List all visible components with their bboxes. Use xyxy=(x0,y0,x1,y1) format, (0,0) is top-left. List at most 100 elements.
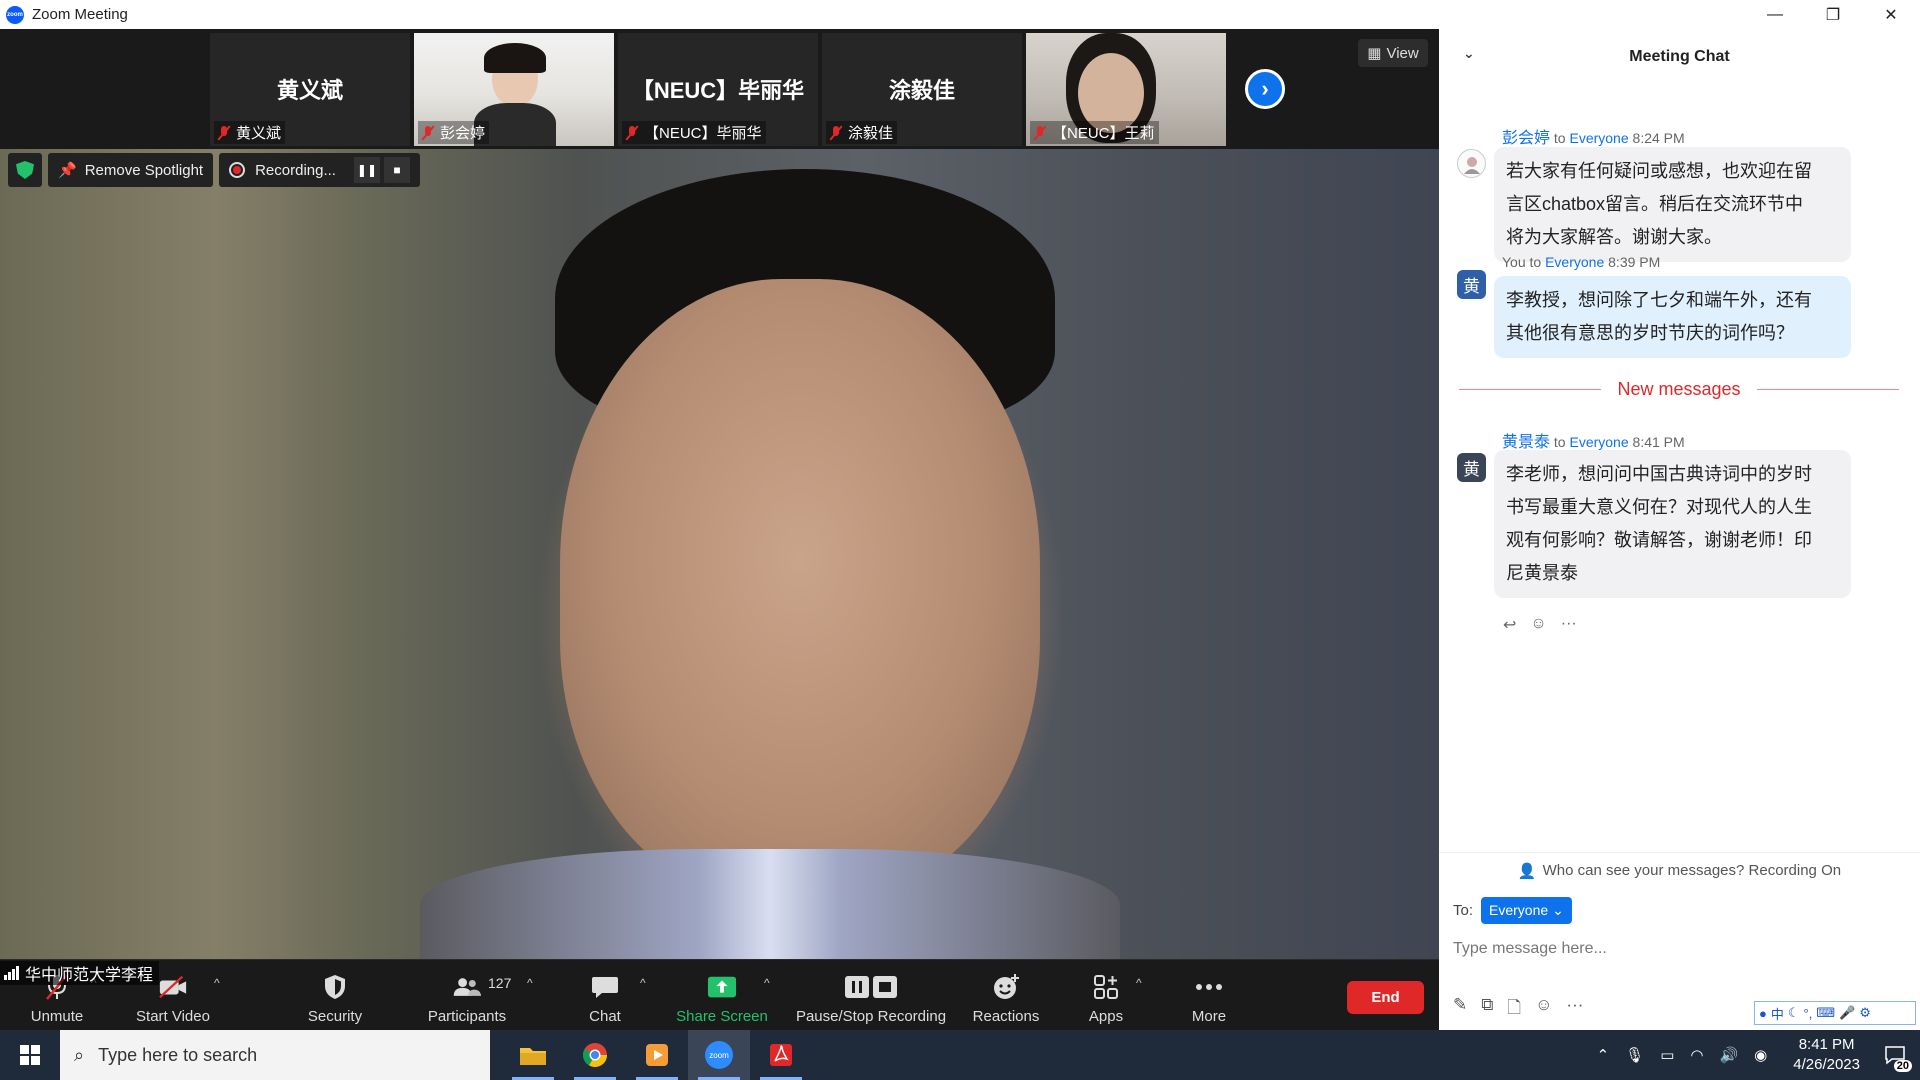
compose-tools: ✎ ⧉ 🗋 ☺ ··· xyxy=(1453,995,1583,1024)
shield-icon xyxy=(320,972,350,1002)
speaker-name: 华中师范大学李程 xyxy=(25,967,154,984)
format-text-icon[interactable]: ✎ xyxy=(1453,995,1467,1024)
message-line: 将为大家解答。谢谢大家。 xyxy=(1506,227,1722,247)
mic-muted-icon xyxy=(828,125,844,141)
security-label: Security xyxy=(307,1008,363,1025)
ime-mic-icon: 🎤 xyxy=(1839,1005,1856,1020)
security-badge[interactable] xyxy=(8,153,42,187)
participant-tile[interactable]: 涂毅佳 涂毅佳 xyxy=(822,33,1022,146)
reactions-button[interactable]: Reactions xyxy=(966,960,1046,1031)
ime-toolbar[interactable]: ● 中 ☾ °, ⌨ 🎤 ⚙ xyxy=(1754,1001,1916,1025)
clock[interactable]: 8:41 PM 4/26/2023 xyxy=(1793,1035,1860,1075)
message-bubble[interactable]: 若大家有任何疑问或感想，也欢迎在留 言区chatbox留言。稍后在交流环节中 将… xyxy=(1494,147,1851,262)
more-button[interactable]: More xyxy=(1185,960,1233,1031)
more-dots-icon[interactable]: ··· xyxy=(1566,995,1583,1024)
sender-name: You xyxy=(1502,254,1526,270)
new-messages-divider: New messages xyxy=(1459,379,1900,400)
apps-label: Apps xyxy=(1088,1008,1124,1025)
participant-tile[interactable]: 黄义斌 黄义斌 xyxy=(210,33,410,146)
clock-date: 4/26/2023 xyxy=(1793,1056,1860,1073)
message-time: 8:24 PM xyxy=(1632,130,1685,146)
start-button[interactable] xyxy=(0,1030,60,1080)
reply-icon[interactable]: ↩ xyxy=(1503,615,1516,635)
pause-stop-recording-button[interactable]: Pause/Stop Recording xyxy=(792,960,950,1031)
ime-tray-icon[interactable]: ◉ xyxy=(1754,1046,1767,1064)
collapse-chevron-icon[interactable]: ⌄ xyxy=(1463,45,1475,62)
participants-options-caret[interactable]: ^ xyxy=(527,976,533,990)
battery-icon[interactable]: ▭ xyxy=(1660,1046,1674,1064)
message-line: 李老师，想问问中国古典诗词中的岁时 xyxy=(1506,464,1812,484)
participant-hair xyxy=(484,43,546,73)
participant-tile[interactable]: 【NEUC】毕丽华 【NEUC】毕丽华 xyxy=(618,33,818,146)
microphone-icon[interactable]: 🎙 xyxy=(1625,1046,1644,1064)
message-bubble[interactable]: 李教授，想问除了七夕和端午外，还有 其他很有意思的岁时节庆的词作吗？ xyxy=(1494,276,1851,358)
wifi-icon[interactable]: ◠ xyxy=(1690,1046,1703,1064)
file-explorer-icon[interactable] xyxy=(502,1030,564,1080)
avatar[interactable]: 黄 xyxy=(1457,453,1486,482)
chat-message-input[interactable] xyxy=(1453,931,1903,967)
message-bubble[interactable]: 李老师，想问问中国古典诗词中的岁时 书写最重大意义何在？对现代人的人生 观有何影… xyxy=(1494,450,1851,598)
next-page-button[interactable]: › xyxy=(1245,69,1285,109)
recipient-dropdown[interactable]: Everyone ⌄ xyxy=(1481,897,1572,924)
speaker-name-tag: 华中师范大学李程 xyxy=(0,961,160,985)
security-button[interactable]: Security xyxy=(302,960,368,1031)
chat-options-caret[interactable]: ^ xyxy=(640,976,646,990)
more-options-icon[interactable]: ··· xyxy=(1561,615,1577,635)
tile-name-text: 【NEUC】王莉 xyxy=(1052,125,1155,142)
more-dots-icon xyxy=(1194,972,1224,1002)
smiley-plus-icon xyxy=(991,972,1021,1002)
participant-tile[interactable]: 彭会婷 xyxy=(414,33,614,146)
file-icon[interactable]: 🗋 xyxy=(1507,995,1521,1024)
taskbar-search[interactable]: ⌕ Type here to search xyxy=(60,1030,490,1080)
volume-icon[interactable]: 🔊 xyxy=(1719,1046,1738,1064)
remove-spotlight-button[interactable]: 📌 Remove Spotlight xyxy=(48,153,214,187)
clock-time: 8:41 PM xyxy=(1798,1036,1855,1053)
close-button[interactable]: ✕ xyxy=(1862,0,1920,29)
apps-button[interactable]: Apps xyxy=(1081,960,1131,1031)
spotlight-video[interactable] xyxy=(0,149,1439,959)
avatar[interactable]: 黄 xyxy=(1457,270,1486,299)
participant-tile[interactable]: 【NEUC】王莉 xyxy=(1026,33,1226,146)
pause-stop-recording-label: Pause/Stop Recording xyxy=(795,1008,947,1025)
media-player-icon[interactable] xyxy=(626,1030,688,1080)
emoji-icon[interactable]: ☺ xyxy=(1535,995,1552,1024)
view-button[interactable]: ▦ View xyxy=(1358,39,1428,67)
stop-recording-button[interactable]: ■ xyxy=(383,157,410,183)
end-meeting-button[interactable]: End xyxy=(1347,981,1424,1014)
divider-line xyxy=(1756,389,1900,390)
chrome-icon[interactable] xyxy=(564,1030,626,1080)
acrobat-icon[interactable] xyxy=(750,1030,812,1080)
notification-center[interactable]: 20 xyxy=(1880,1040,1912,1072)
chat-button[interactable]: Chat xyxy=(575,960,635,1031)
message-meta: 黄景泰 to Everyone 8:41 PM xyxy=(1502,428,1685,452)
visibility-notice[interactable]: 👤 Who can see your messages? Recording O… xyxy=(1439,852,1920,888)
participants-button[interactable]: Participants xyxy=(424,960,510,1031)
apps-options-caret[interactable]: ^ xyxy=(1136,976,1142,990)
recipient-name: Everyone xyxy=(1545,254,1605,270)
avatar[interactable] xyxy=(1457,149,1486,178)
participants-icon xyxy=(452,972,482,1002)
emoji-react-icon[interactable]: ☺ xyxy=(1530,615,1546,635)
chevron-down-icon: ⌄ xyxy=(1552,902,1564,918)
tile-name-text: 黄义斌 xyxy=(236,125,282,142)
ime-punct-icon: °, xyxy=(1803,1005,1813,1021)
video-options-caret[interactable]: ^ xyxy=(214,976,220,990)
spotlight-bar: 📌 Remove Spotlight Recording... ❚❚ ■ xyxy=(8,153,420,187)
participants-count: 127 xyxy=(488,975,512,991)
visibility-text: Who can see your messages? Recording On xyxy=(1542,862,1842,879)
ime-mode-label: 中 xyxy=(1770,1006,1784,1022)
message-line: 书写最重大意义何在？对现代人的人生 xyxy=(1506,497,1812,517)
chevron-up-icon[interactable]: ⌃ xyxy=(1597,1046,1610,1064)
tile-display-name: 黄义斌 xyxy=(276,78,343,103)
zoom-app-icon[interactable]: zoom xyxy=(688,1030,750,1080)
share-screen-button[interactable]: Share Screen xyxy=(674,960,770,1031)
chat-header: ⌄ Meeting Chat xyxy=(1439,29,1920,84)
view-label: View xyxy=(1386,44,1419,62)
pause-recording-button[interactable]: ❚❚ xyxy=(353,157,380,183)
sender-name[interactable]: 黄景泰 xyxy=(1502,434,1550,451)
share-options-caret[interactable]: ^ xyxy=(764,976,770,990)
sender-name[interactable]: 彭会婷 xyxy=(1502,130,1550,147)
restore-button[interactable]: ❐ xyxy=(1804,0,1862,29)
minimize-button[interactable]: — xyxy=(1746,0,1804,29)
screenshot-icon[interactable]: ⧉ xyxy=(1481,995,1493,1024)
